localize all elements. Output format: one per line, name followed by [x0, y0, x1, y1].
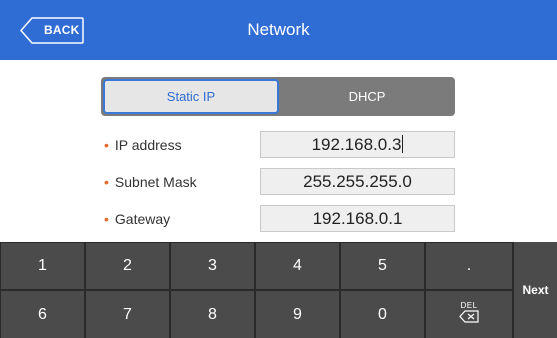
bullet-icon: •	[104, 137, 109, 153]
key-1[interactable]: 1	[1, 243, 84, 289]
backspace-icon	[459, 310, 479, 323]
key-8[interactable]: 8	[171, 291, 254, 338]
ip-address-value: 192.168.0.3	[311, 135, 402, 154]
dhcp-tab[interactable]: DHCP	[279, 77, 455, 116]
gateway-field[interactable]: 192.168.0.1	[260, 205, 455, 232]
key-9[interactable]: 9	[256, 291, 339, 338]
key-3[interactable]: 3	[171, 243, 254, 289]
gateway-row-label: • Gateway	[104, 207, 170, 231]
numeric-keyboard: 1 2 3 4 5 . 6 7 8 9 0 DEL Next	[0, 242, 557, 338]
bullet-icon: •	[104, 211, 109, 227]
subnet-mask-value: 255.255.255.0	[303, 172, 412, 191]
subnet-mask-label: Subnet Mask	[114, 174, 197, 190]
key-4[interactable]: 4	[256, 243, 339, 289]
gateway-value: 192.168.0.1	[312, 209, 403, 228]
ip-mode-segmented-control: Static IP DHCP	[101, 77, 455, 116]
static-ip-tab[interactable]: Static IP	[103, 79, 279, 114]
key-5[interactable]: 5	[341, 243, 424, 289]
next-key[interactable]: Next	[514, 242, 557, 338]
key-2[interactable]: 2	[86, 243, 169, 289]
ip-address-label: IP address	[114, 137, 182, 153]
delete-key-label: DEL	[460, 301, 478, 310]
key-dot[interactable]: .	[426, 243, 512, 289]
delete-key[interactable]: DEL	[426, 291, 512, 338]
key-6[interactable]: 6	[1, 291, 84, 338]
page-title: Network	[247, 20, 310, 39]
ip-address-row-label: • IP address	[104, 133, 182, 157]
bullet-icon: •	[104, 174, 109, 190]
top-bar: BACK Network	[0, 0, 557, 60]
ip-address-field[interactable]: 192.168.0.3	[260, 131, 455, 158]
subnet-mask-row-label: • Subnet Mask	[104, 170, 197, 194]
gateway-label: Gateway	[114, 211, 171, 227]
subnet-mask-field[interactable]: 255.255.255.0	[260, 168, 455, 195]
key-7[interactable]: 7	[86, 291, 169, 338]
key-0[interactable]: 0	[341, 291, 424, 338]
text-cursor	[402, 135, 404, 153]
delete-key-content: DEL	[426, 301, 512, 328]
